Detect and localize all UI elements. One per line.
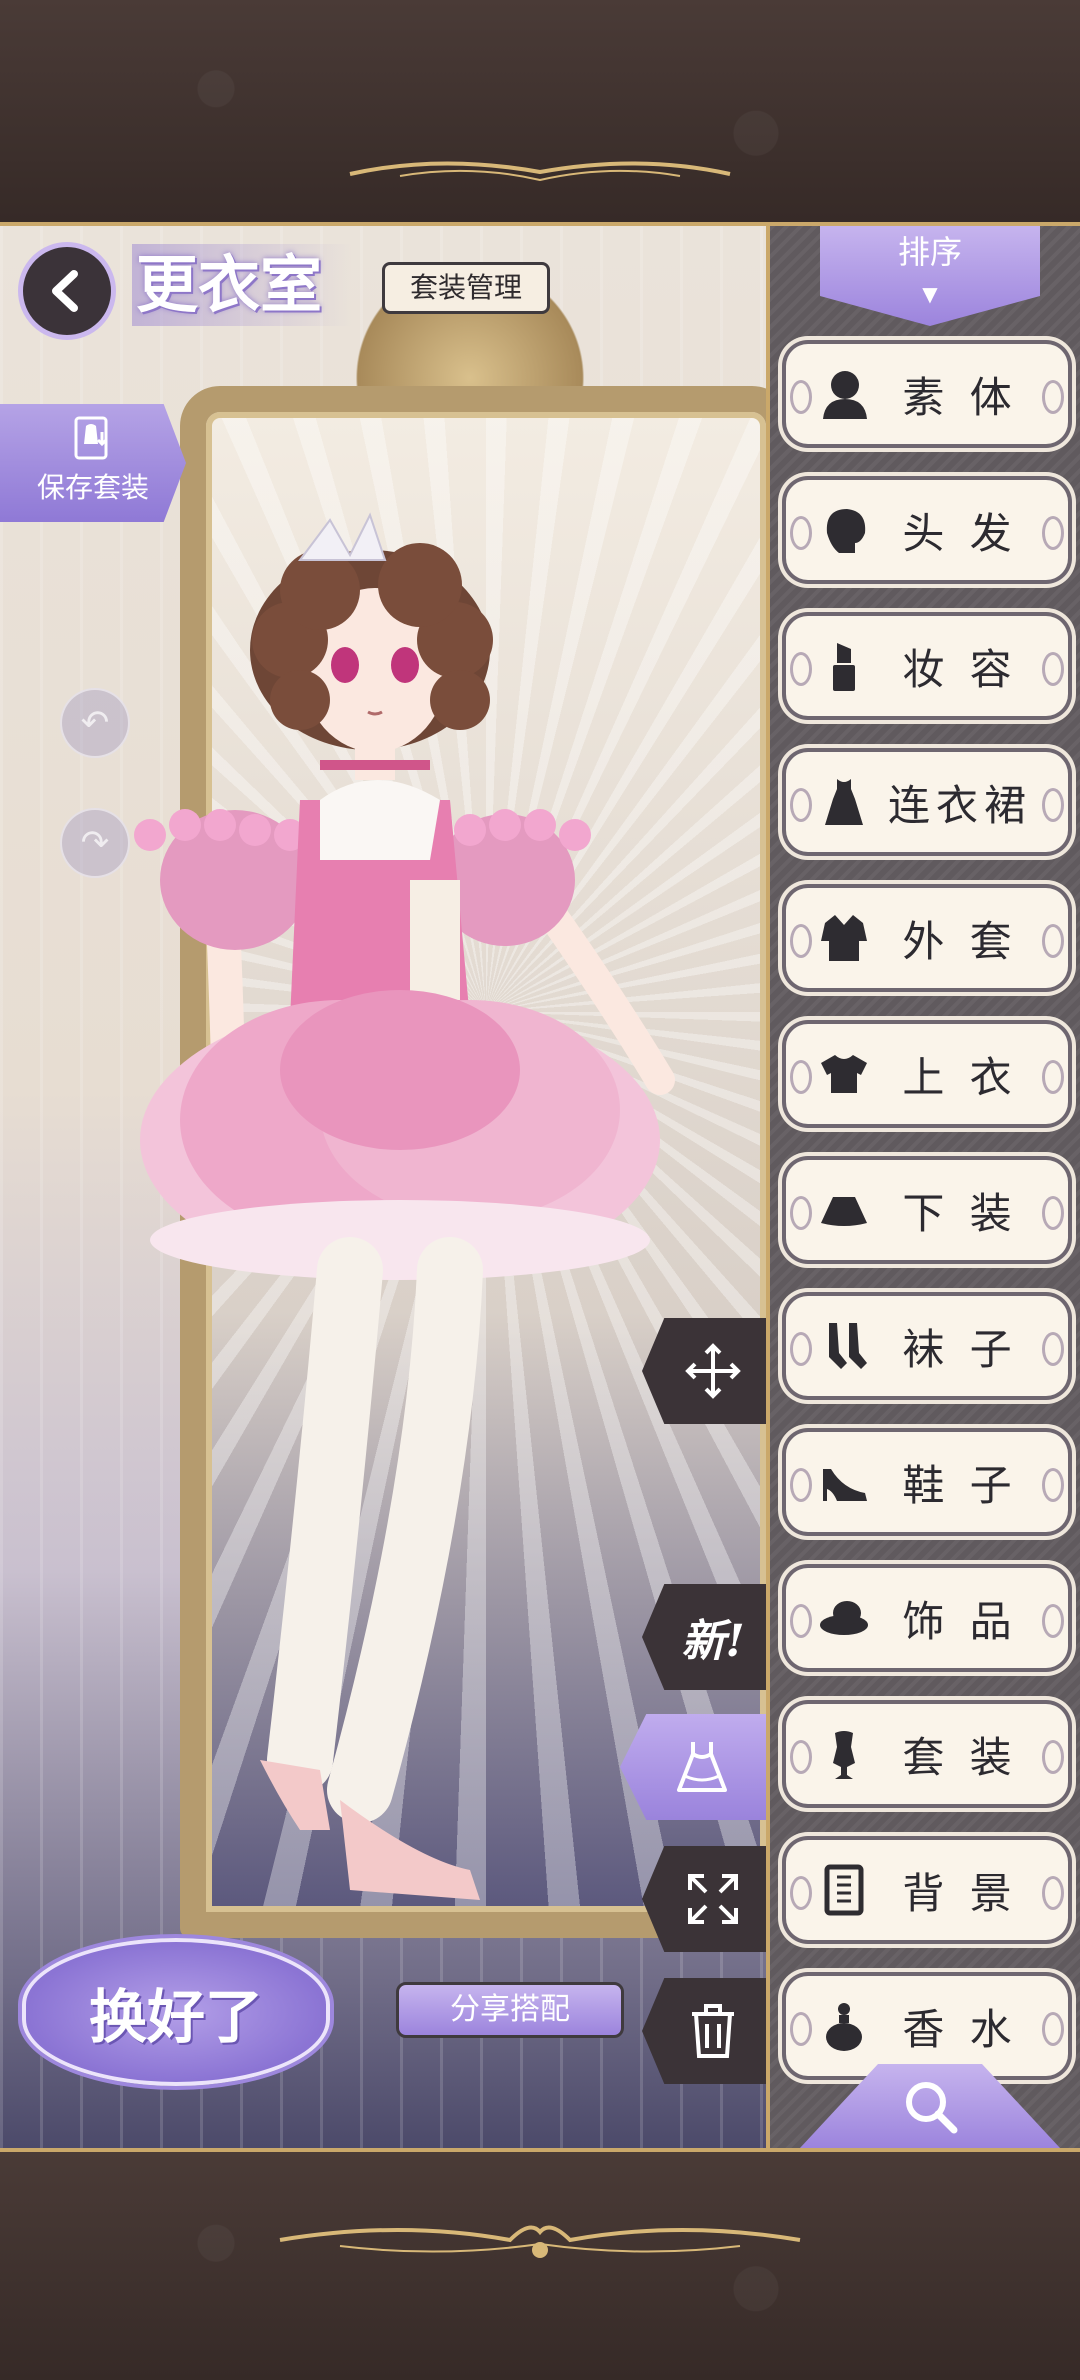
caret-down-icon: ▼: [922, 282, 938, 306]
category-body[interactable]: 素 体: [786, 344, 1068, 444]
category-label: 素 体: [902, 372, 1018, 422]
back-button[interactable]: [18, 242, 116, 340]
socks-icon: [812, 1314, 876, 1378]
category-label: 外 套: [902, 916, 1018, 966]
lipstick-icon: [812, 634, 876, 698]
category-makeup[interactable]: 妆 容: [786, 616, 1068, 716]
ornate-mirror: [180, 386, 766, 1938]
trash-icon: [692, 2004, 734, 2058]
category-background[interactable]: 背 景: [786, 1840, 1068, 1940]
category-perfume[interactable]: 香 水: [786, 1976, 1068, 2076]
background-icon: [812, 1858, 876, 1922]
redo-icon[interactable]: ↷: [60, 808, 130, 878]
move-tool-button[interactable]: [642, 1318, 766, 1424]
category-label: 连衣裙: [887, 780, 1032, 830]
category-label: 鞋 子: [902, 1460, 1018, 1510]
category-shoes[interactable]: 鞋 子: [786, 1432, 1068, 1532]
bottom-frame-band: [0, 2148, 1080, 2380]
category-label: 妆 容: [902, 644, 1018, 694]
delete-tool-button[interactable]: [642, 1978, 766, 2084]
category-hair[interactable]: 头 发: [786, 480, 1068, 580]
suit-manage-button[interactable]: 套装管理: [382, 262, 550, 314]
chevron-left-icon: [52, 270, 78, 312]
category-bottoms[interactable]: 下 装: [786, 1160, 1068, 1260]
category-label: 头 发: [902, 508, 1018, 558]
mannequin-icon: [812, 1722, 876, 1786]
shoe-icon: [812, 1450, 876, 1514]
undo-icon[interactable]: ↶: [60, 688, 130, 758]
move-arrows-icon: [685, 1343, 741, 1399]
sort-label: 排序: [897, 233, 962, 271]
mannequin-save-icon: [74, 416, 108, 460]
gold-ornament-icon: [279, 2225, 801, 2258]
coat-icon: [812, 906, 876, 970]
perfume-icon: [812, 1994, 876, 2058]
sort-tab[interactable]: 排序 ▼: [820, 226, 1040, 326]
search-tab[interactable]: [800, 2064, 1060, 2148]
category-sidebar: 排序 ▼ 素 体 头 发 妆 容 连衣裙 外 套 上 衣 下 装 袜 子 鞋 子…: [766, 226, 1080, 2148]
category-label: 下 装: [902, 1188, 1018, 1238]
hat-icon: [812, 1586, 876, 1650]
gold-flourish-icon: [349, 161, 731, 182]
skirt-icon: [812, 1178, 876, 1242]
category-label: 套 装: [902, 1732, 1018, 1782]
fullscreen-tool-button[interactable]: [642, 1846, 766, 1952]
save-outfit-button[interactable]: 保存套装: [0, 404, 186, 522]
expand-icon: [688, 1874, 738, 1924]
category-label: 上 衣: [902, 1052, 1018, 1102]
category-coat[interactable]: 外 套: [786, 888, 1068, 988]
page-title: 更衣室: [132, 244, 353, 326]
category-label: 饰 品: [902, 1596, 1018, 1646]
new-items-button[interactable]: 新!: [642, 1584, 766, 1690]
category-label: 背 景: [902, 1868, 1018, 1918]
category-accessories[interactable]: 饰 品: [786, 1568, 1068, 1668]
share-outfit-button[interactable]: 分享搭配: [396, 1982, 624, 2038]
body-icon: [812, 362, 876, 426]
done-button[interactable]: 换好了: [22, 1938, 330, 2086]
top-icon: [812, 1042, 876, 1106]
hair-icon: [812, 498, 876, 562]
search-icon: [906, 2082, 958, 2134]
top-frame-band: [0, 0, 1080, 226]
dress-tool-button[interactable]: [620, 1714, 766, 1820]
category-top[interactable]: 上 衣: [786, 1024, 1068, 1124]
category-socks[interactable]: 袜 子: [786, 1296, 1068, 1396]
category-label: 香 水: [902, 2004, 1018, 2054]
dress-outline-icon: [677, 1742, 727, 1792]
category-suits[interactable]: 套 装: [786, 1704, 1068, 1804]
category-label: 袜 子: [902, 1324, 1018, 1374]
save-outfit-label: 保存套装: [36, 471, 149, 504]
category-dress[interactable]: 连衣裙: [786, 752, 1068, 852]
dress-icon: [812, 770, 876, 834]
